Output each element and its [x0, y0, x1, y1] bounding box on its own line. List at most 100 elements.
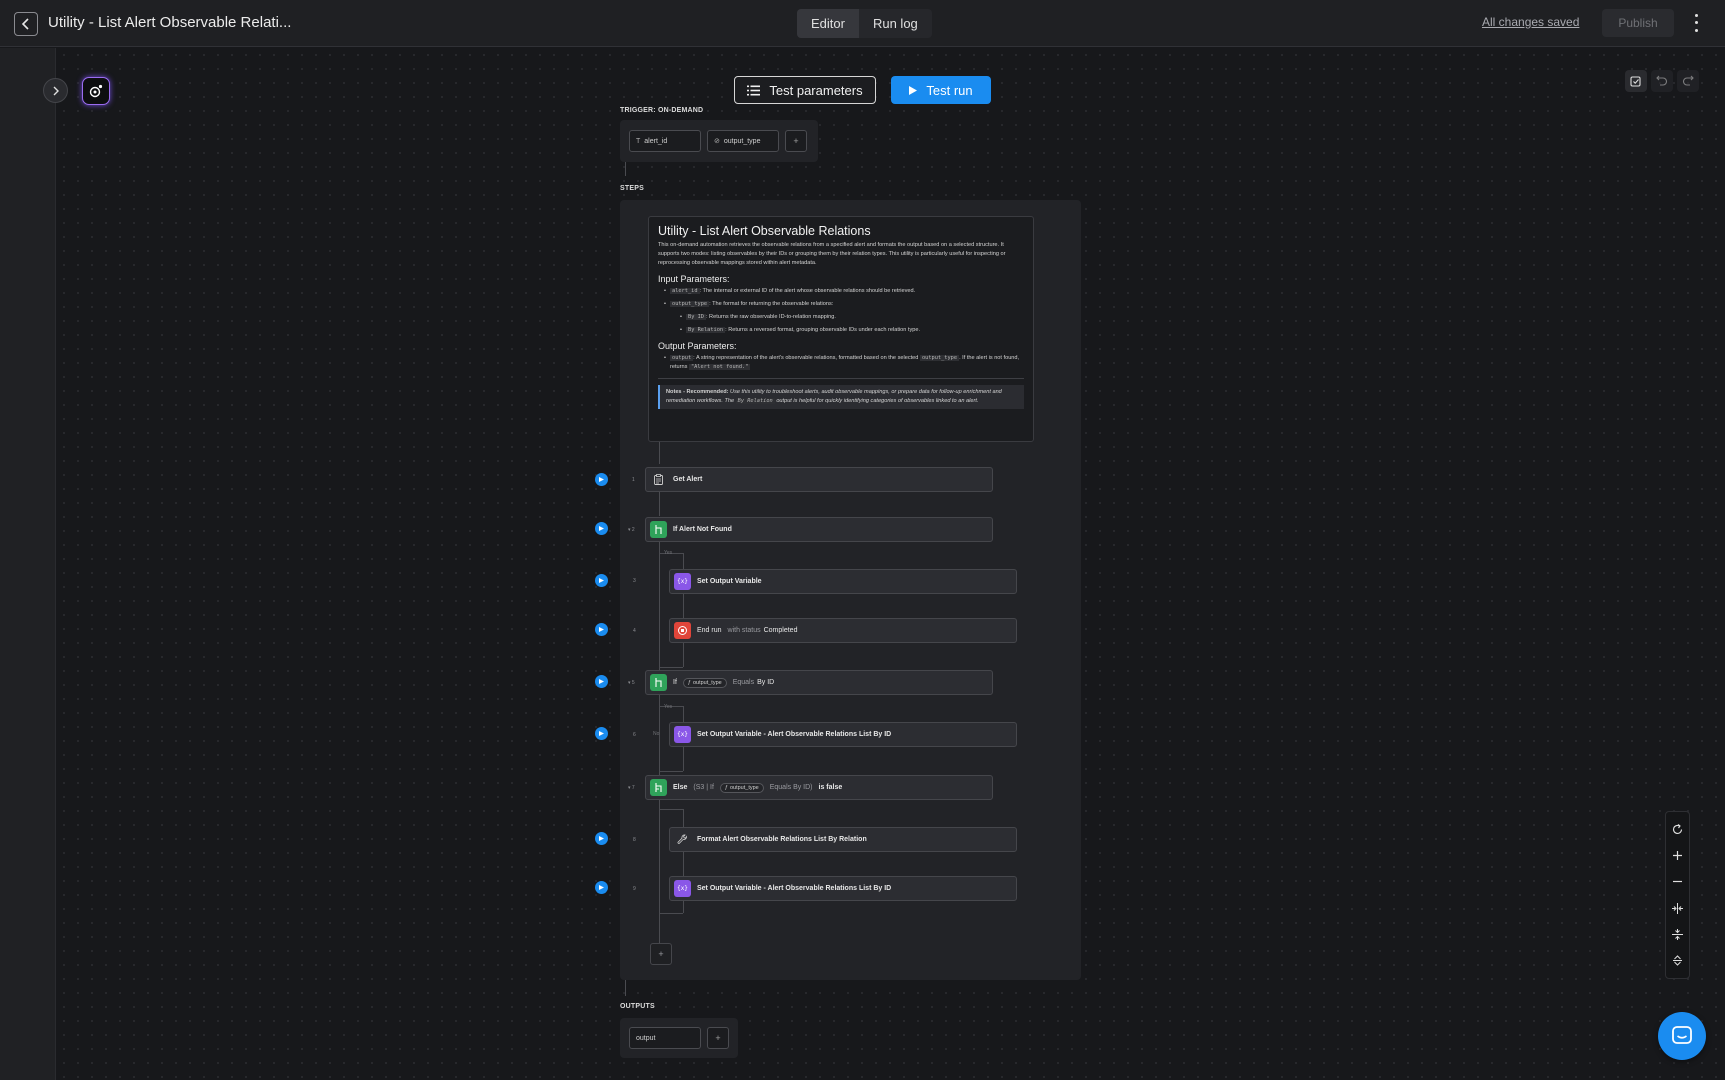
step-number: ▾ 5	[628, 680, 635, 686]
step-get-alert[interactable]: Get Alert	[645, 467, 993, 492]
param-alert-id[interactable]: T alert_id	[629, 130, 701, 152]
wrench-icon	[674, 831, 691, 848]
fit-height-icon[interactable]	[1670, 926, 1686, 942]
chat-icon	[1672, 1026, 1692, 1044]
run-step-button[interactable]	[595, 574, 608, 587]
note-intro: This on-demand automation retrieves the …	[658, 242, 1006, 266]
tab-run-log[interactable]: Run log	[859, 9, 932, 38]
connector	[659, 913, 683, 914]
description-note[interactable]: Utility - List Alert Observable Relation…	[648, 216, 1034, 442]
connector	[683, 706, 684, 723]
stop-icon	[674, 622, 691, 639]
note-callout: Notes - Recommended: Use this utility to…	[658, 385, 1024, 409]
canvas-tools	[1625, 70, 1699, 92]
play-icon	[909, 85, 918, 95]
check-square-icon	[1630, 76, 1641, 87]
list-icon	[747, 85, 761, 95]
redo-button[interactable]	[1677, 70, 1699, 92]
step-number: 6	[633, 732, 636, 738]
run-step-button[interactable]	[595, 522, 608, 535]
add-trigger-param-button[interactable]: +	[785, 130, 807, 152]
play-icon	[599, 836, 604, 841]
connector	[659, 541, 660, 671]
chevron-left-icon	[21, 18, 29, 30]
function-icon: ƒ	[724, 784, 728, 791]
play-icon	[599, 578, 604, 583]
note-input-alert-id: alert_id: The internal or external ID of…	[664, 287, 1024, 296]
left-sidebar-collapsed	[0, 48, 56, 1080]
step-number: 9	[633, 886, 636, 892]
trigger-parameters: T alert_id ⊘ output_type +	[620, 120, 818, 162]
branch-no-label: No	[653, 731, 660, 737]
trigger-section-label: TRIGGER: ON-DEMAND	[620, 107, 704, 114]
zoom-in-icon[interactable]	[1670, 847, 1686, 863]
ai-assistant-button[interactable]	[82, 77, 110, 105]
publish-button[interactable]: Publish	[1602, 9, 1674, 37]
step-set-output-by-id[interactable]: {x} Set Output Variable - Alert Observab…	[669, 722, 1017, 747]
test-run-button[interactable]: Test run	[891, 76, 991, 104]
condition-icon	[650, 674, 667, 691]
text-type-icon: T	[636, 137, 641, 145]
undo-icon	[1656, 75, 1668, 86]
param-output[interactable]: output	[629, 1027, 701, 1049]
step-number: 4	[633, 628, 636, 634]
run-step-button[interactable]	[595, 473, 608, 486]
run-step-button[interactable]	[595, 623, 608, 636]
connector	[625, 980, 626, 996]
test-parameters-button[interactable]: Test parameters	[734, 76, 876, 104]
variable-icon: {x}	[674, 880, 691, 897]
connector	[683, 850, 684, 877]
step-end-run[interactable]: End run with status Completed	[669, 618, 1017, 643]
validate-button[interactable]	[1625, 70, 1647, 92]
variable-chip: ƒ output_type	[719, 782, 764, 793]
step-number: 1	[632, 477, 635, 483]
more-options-icon[interactable]	[1690, 12, 1702, 34]
else-branch-icon	[650, 779, 667, 796]
step-format-by-relation[interactable]: Format Alert Observable Relations List B…	[669, 827, 1017, 852]
back-button[interactable]	[14, 12, 38, 36]
save-status-link[interactable]: All changes saved	[1482, 15, 1579, 29]
run-step-button[interactable]	[595, 881, 608, 894]
play-icon	[599, 526, 604, 531]
connector	[683, 643, 684, 667]
add-output-param-button[interactable]: +	[707, 1027, 729, 1049]
step-set-output-variable[interactable]: {x} Set Output Variable	[669, 569, 1017, 594]
connector	[625, 162, 626, 176]
run-step-button[interactable]	[595, 675, 608, 688]
clipboard-icon	[650, 471, 667, 488]
outputs-section-label: OUTPUTS	[620, 1003, 655, 1010]
connector	[659, 771, 683, 772]
chat-support-button[interactable]	[1658, 1012, 1706, 1060]
undo-button[interactable]	[1651, 70, 1673, 92]
branch-yes-label: Yes	[664, 704, 673, 710]
fit-width-icon[interactable]	[1670, 900, 1686, 916]
collapse-expand-icon[interactable]	[1670, 953, 1686, 969]
step-if-output-type[interactable]: If ƒ output_type Equals By ID	[645, 670, 993, 695]
connector	[659, 798, 660, 943]
reset-view-icon[interactable]	[1670, 821, 1686, 837]
run-step-button[interactable]	[595, 727, 608, 740]
connector	[659, 809, 683, 810]
step-else[interactable]: Else (S3 | If ƒ output_type Equals By ID)…	[645, 775, 993, 800]
connector	[683, 747, 684, 771]
connector	[683, 553, 684, 570]
step-if-alert-not-found[interactable]: If Alert Not Found	[645, 517, 993, 542]
redo-icon	[1682, 75, 1694, 86]
play-icon	[599, 627, 604, 632]
connector	[683, 594, 684, 619]
expand-sidebar-button[interactable]	[43, 78, 68, 103]
add-step-button[interactable]: +	[650, 943, 672, 965]
connector	[683, 901, 684, 913]
zoom-out-icon[interactable]	[1670, 874, 1686, 890]
tab-editor[interactable]: Editor	[797, 9, 859, 38]
step-number: ▾ 7	[628, 785, 635, 791]
connector	[659, 667, 683, 668]
param-output-type[interactable]: ⊘ output_type	[707, 130, 779, 152]
note-option-by-relation: By Relation: Returns a reversed format, …	[680, 326, 1024, 335]
play-icon	[599, 885, 604, 890]
note-option-by-id: By ID: Returns the raw observable ID-to-…	[680, 313, 1024, 322]
run-step-button[interactable]	[595, 832, 608, 845]
condition-icon	[650, 521, 667, 538]
step-set-output-by-id-2[interactable]: {x} Set Output Variable - Alert Observab…	[669, 876, 1017, 901]
steps-section-label: STEPS	[620, 185, 644, 192]
